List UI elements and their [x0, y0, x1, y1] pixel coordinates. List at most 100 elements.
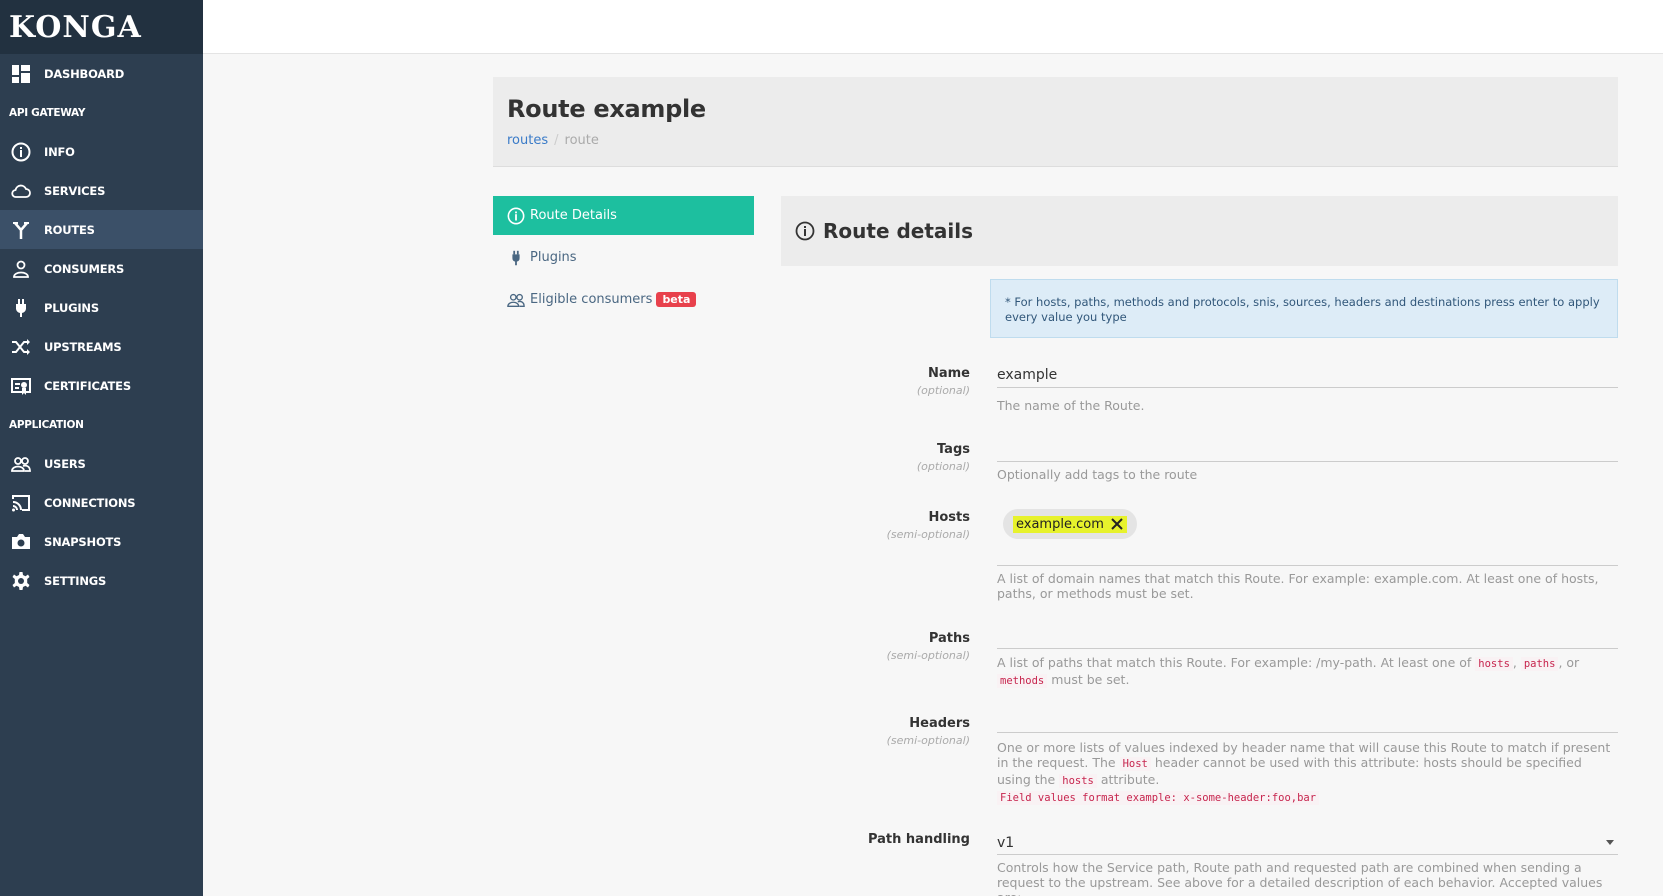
paths-help-text: A list of paths that match this Route. F… [997, 655, 1472, 670]
sidebar-item-label: CONSUMERS [44, 261, 125, 276]
tab-label: Plugins [530, 250, 577, 265]
paths-help-or: , or [1558, 655, 1580, 670]
name-help: The name of the Route. [997, 398, 1145, 413]
path-handling-label-text: Path handling [867, 832, 970, 847]
caret-down-icon [1606, 840, 1614, 845]
code-hosts: hosts [1475, 657, 1513, 671]
sidebar-item-snapshots[interactable]: SNAPSHOTS [0, 522, 203, 561]
code-hosts: hosts [1059, 774, 1097, 788]
code-methods: methods [997, 674, 1048, 688]
top-bar [203, 0, 1663, 54]
host-chip: example.com [1003, 509, 1137, 539]
breadcrumb-separator: / [554, 133, 559, 148]
info-alert: * For hosts, paths, methods and protocol… [990, 279, 1618, 338]
dashboard-icon [10, 63, 32, 85]
users-icon [10, 453, 32, 475]
headers-input[interactable] [997, 712, 1618, 733]
cast-icon [10, 492, 32, 514]
tags-label: Tags (optional) [810, 442, 970, 473]
sidebar-item-label: SNAPSHOTS [44, 534, 122, 549]
page-header: Route example routes / route [493, 77, 1618, 167]
hosts-input[interactable] [997, 545, 1618, 566]
konga-logo[interactable]: KONGA [0, 0, 203, 54]
section-application: APPLICATION [9, 419, 84, 431]
tags-help: Optionally add tags to the route [997, 467, 1198, 482]
tab-label: Eligible consumers [530, 292, 653, 307]
sidebar-item-consumers[interactable]: CONSUMERS [0, 249, 203, 288]
user-icon [10, 258, 32, 280]
sidebar-item-dashboard[interactable]: DASHBOARD [0, 54, 203, 93]
shuffle-icon [10, 336, 32, 358]
sidebar-item-label: SETTINGS [44, 573, 107, 588]
sidebar-item-services[interactable]: SERVICES [0, 171, 203, 210]
tab-label: Route Details [530, 208, 617, 223]
tags-input[interactable] [997, 436, 1618, 462]
route-tabs: Route Details Plugins Eligible consumers… [493, 196, 754, 322]
headers-semi-optional: (semi-optional) [886, 734, 970, 747]
sidebar-item-label: PLUGINS [44, 300, 99, 315]
name-optional: (optional) [916, 384, 970, 397]
section-api-gateway: API GATEWAY [9, 107, 86, 119]
name-label-text: Name [927, 366, 970, 381]
sidebar-item-connections[interactable]: CONNECTIONS [0, 483, 203, 522]
sidebar-item-label: ROUTES [44, 222, 95, 237]
paths-label-text: Paths [928, 631, 970, 646]
sidebar-item-info[interactable]: INFO [0, 132, 203, 171]
hosts-label-text: Hosts [928, 510, 970, 525]
hosts-semi-optional: (semi-optional) [886, 528, 970, 541]
tab-plugins[interactable]: Plugins [493, 238, 754, 277]
camera-icon [10, 531, 32, 553]
sidebar-item-users[interactable]: USERS [0, 444, 203, 483]
sidebar: KONGA DASHBOARD API GATEWAY INFO SERVICE… [0, 0, 203, 896]
sidebar-item-upstreams[interactable]: UPSTREAMS [0, 327, 203, 366]
sidebar-item-label: USERS [44, 456, 86, 471]
certificate-icon [10, 375, 32, 397]
info-icon [10, 141, 32, 163]
name-label: Name (optional) [810, 366, 970, 397]
headers-label-text: Headers [909, 716, 970, 731]
code-format-example: Field values format example: x-some-head… [997, 791, 1320, 805]
name-input[interactable] [997, 363, 1618, 388]
users-icon [507, 293, 525, 307]
headers-help-c: attribute. [1100, 772, 1160, 787]
close-icon[interactable] [1110, 517, 1124, 531]
routes-icon [10, 219, 32, 241]
path-handling-select[interactable]: v1 [997, 831, 1618, 855]
sidebar-item-certificates[interactable]: CERTIFICATES [0, 366, 203, 405]
sidebar-item-label: SERVICES [44, 183, 106, 198]
path-handling-help: Controls how the Service path, Route pat… [997, 860, 1603, 896]
tab-eligible-consumers[interactable]: Eligible consumers beta [493, 280, 754, 319]
host-chip-text: example.com [1016, 516, 1104, 532]
sidebar-item-label: UPSTREAMS [44, 339, 122, 354]
info-icon [795, 221, 815, 241]
tags-label-text: Tags [936, 442, 970, 457]
paths-help: A list of paths that match this Route. F… [997, 655, 1580, 688]
tab-route-details[interactable]: Route Details [493, 196, 754, 235]
hosts-help: A list of domain names that match this R… [997, 571, 1599, 601]
breadcrumb-current: route [564, 133, 599, 148]
paths-label: Paths (semi-optional) [810, 631, 970, 662]
headers-label: Headers (semi-optional) [810, 716, 970, 747]
sidebar-item-routes[interactable]: ROUTES [0, 210, 203, 249]
breadcrumb-link-routes[interactable]: routes [507, 133, 548, 148]
code-paths: paths [1520, 657, 1559, 671]
sidebar-item-label: DASHBOARD [44, 66, 125, 81]
plug-icon [10, 297, 32, 319]
headers-help: One or more lists of values indexed by h… [997, 740, 1618, 806]
hosts-label: Hosts (semi-optional) [810, 510, 970, 541]
sidebar-item-plugins[interactable]: PLUGINS [0, 288, 203, 327]
page-title: Route example [507, 95, 706, 123]
paths-help-post: must be set. [1051, 672, 1130, 687]
paths-input[interactable] [997, 628, 1618, 649]
sidebar-item-label: CONNECTIONS [44, 495, 136, 510]
sidebar-item-settings[interactable]: SETTINGS [0, 561, 203, 600]
gear-icon [10, 570, 32, 592]
tags-optional: (optional) [916, 460, 970, 473]
sidebar-item-label: INFO [44, 144, 75, 159]
info-icon [507, 207, 525, 224]
path-handling-value: v1 [997, 834, 1015, 851]
plug-icon [512, 250, 520, 265]
paths-semi-optional: (semi-optional) [886, 649, 970, 662]
panel-title: Route details [823, 219, 974, 243]
breadcrumb: routes / route [507, 133, 1604, 148]
